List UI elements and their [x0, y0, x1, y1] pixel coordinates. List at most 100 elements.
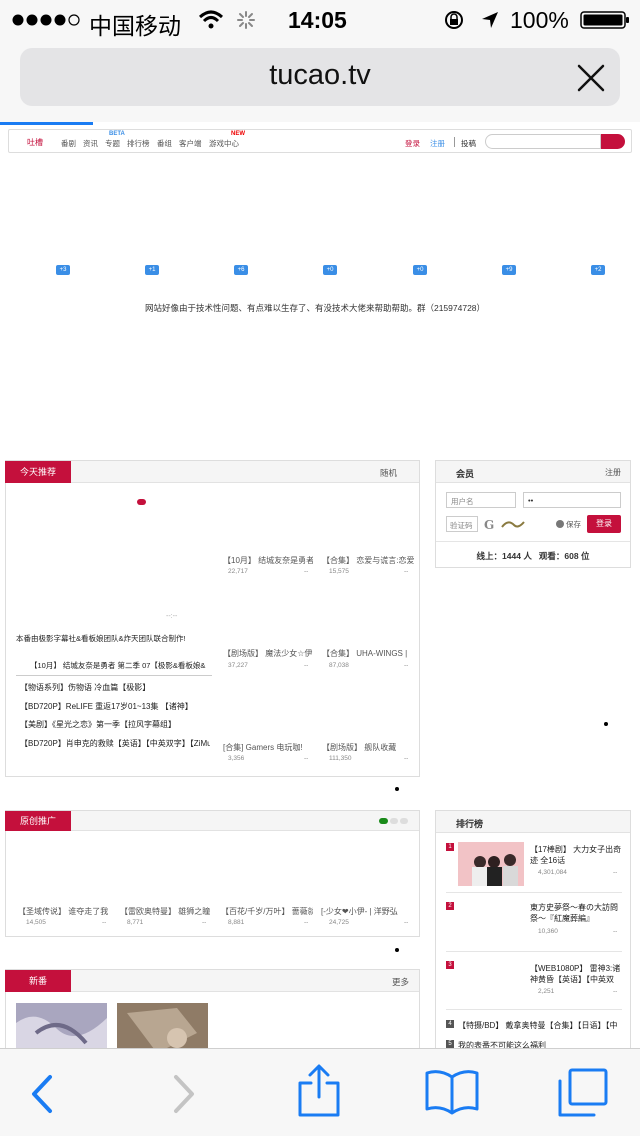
save-label: 保存	[566, 520, 581, 529]
grid-item-title[interactable]: 【10月】 结城友奈是勇者	[223, 555, 313, 566]
list-item[interactable]: 【BD720P】ReLIFE 重返17岁01~13集 【诸神】	[20, 701, 210, 712]
rank-item-title[interactable]: 【17棒剧】 大力女子出奇迹 全16话	[530, 844, 622, 866]
member-register-link[interactable]: 注册	[605, 467, 621, 478]
bookmarks-icon[interactable]	[424, 1067, 480, 1120]
carrier-label: 中国移动	[89, 13, 181, 39]
captcha-image[interactable]: G	[482, 516, 526, 532]
nav-item-fanju[interactable]: 番剧	[61, 138, 76, 149]
today-tab[interactable]: 今天推荐	[5, 461, 71, 483]
rank-item-title[interactable]: 【特摄/BD】 戴拿奥特曼【合集】【日语】【中	[458, 1020, 628, 1031]
grid-item-title[interactable]: 【剧场版】 舰队收藏	[322, 742, 414, 753]
promo-item-title[interactable]: 【百花/千岁/万叶】 蔷薇就	[221, 906, 313, 917]
signal-icon	[12, 13, 82, 27]
grid-item-extra: --	[404, 755, 409, 762]
nav-item-zixun[interactable]: 资讯	[83, 138, 98, 149]
grid-item-extra: --	[304, 568, 309, 575]
nav-item-ranking[interactable]: 排行榜	[127, 138, 150, 149]
promo-item-title[interactable]: [-少女❤小伊- | 洋野弘	[321, 906, 415, 917]
count-bubble: +0	[413, 265, 427, 275]
rank-item-title[interactable]: 我的表番不可能这么福利	[458, 1040, 628, 1048]
rank-badge-plain: 4	[446, 1020, 454, 1028]
rank-item-views: 10,360	[538, 928, 558, 935]
ranking-panel: 排行榜 1 【17棒剧】 大力女子出奇迹 全16话 4,301,084 -- 2…	[435, 810, 631, 1048]
save-checkbox-icon[interactable]	[556, 520, 564, 528]
feature-title[interactable]: 【10月】 结城友奈是勇者 第二季 07【极影&看板娘&	[30, 660, 210, 671]
nav-item-games[interactable]: 游戏中心	[209, 138, 239, 149]
address-bar[interactable]: tucao.tv	[20, 48, 620, 106]
feature-dots: --:--	[166, 613, 178, 620]
xinfan-more-link[interactable]: 更多	[392, 976, 409, 988]
rank-item-extra: --	[613, 869, 618, 876]
grid-item-title[interactable]: 【剧场版】 魔法少女☆伊	[223, 648, 313, 659]
site-search-button[interactable]	[601, 134, 625, 149]
xinfan-thumbnail[interactable]	[16, 1003, 107, 1048]
original-tab[interactable]: 原创推广	[5, 811, 71, 831]
count-bubble: +0	[323, 265, 337, 275]
carousel-dot[interactable]	[400, 818, 408, 824]
list-item[interactable]: 【物语系列】伤物语 冷血篇【极影】	[20, 682, 210, 693]
nav-item-zhuanti[interactable]: 专题	[105, 138, 120, 149]
grid-item-extra: --	[404, 568, 409, 575]
carousel-dot-active[interactable]	[379, 818, 388, 824]
count-bubble: +2	[591, 265, 605, 275]
stop-loading-icon[interactable]	[576, 63, 606, 98]
random-link[interactable]: 随机	[380, 467, 397, 479]
promo-item-title[interactable]: 【雷欧奥特曼】 雄狮之瞳	[120, 906, 212, 917]
stray-dot	[604, 722, 608, 726]
xinfan-tab[interactable]: 新番	[5, 970, 71, 992]
nav-item-client[interactable]: 客户端	[179, 138, 202, 149]
promo-item-title[interactable]: 【圣域传说】 谁夺走了我	[18, 906, 110, 917]
browser-toolbar	[0, 1048, 640, 1136]
login-button[interactable]: 登录	[587, 515, 621, 533]
back-icon[interactable]	[28, 1073, 58, 1120]
xinfan-thumbnail[interactable]	[117, 1003, 208, 1048]
url-text: tucao.tv	[269, 59, 371, 91]
promo-item-views: 24,725	[329, 919, 349, 926]
battery-icon	[580, 10, 630, 35]
rank-item-extra: --	[613, 988, 618, 995]
rank-divider	[446, 1009, 622, 1010]
grid-item-title[interactable]: 【合集】 UHA-WINGS |	[322, 648, 414, 659]
rank-badge-plain: 5	[446, 1040, 454, 1048]
username-input[interactable]: 用户名	[446, 492, 516, 508]
grid-item-title[interactable]: 【合集】 恋爱与谎言:恋爱	[322, 555, 414, 566]
tabs-icon[interactable]	[556, 1067, 610, 1124]
nav-register[interactable]: 注册	[430, 138, 445, 149]
carousel-dot[interactable]	[390, 818, 398, 824]
site-search-input[interactable]	[485, 134, 601, 149]
stray-dot	[395, 787, 399, 791]
promo-item-extra: --	[102, 919, 107, 926]
location-icon	[480, 10, 500, 35]
list-item[interactable]: 【美剧】《星光之恋》第一季【拉风字幕组】	[20, 719, 210, 730]
slider-loading-icon	[137, 499, 146, 505]
loading-spinner-icon	[236, 10, 256, 35]
rank-item-views: 2,251	[538, 988, 555, 995]
site-nav: 吐槽 番剧 资讯 专题 BETA 排行榜 番组 客户端 游戏中心 NEW 登录 …	[8, 129, 632, 153]
grid-item-views: 37,227	[228, 662, 248, 669]
nav-item-fanzu[interactable]: 番组	[157, 138, 172, 149]
wifi-icon	[198, 10, 224, 35]
grid-item-views: 87,038	[329, 662, 349, 669]
beta-badge: BETA	[109, 131, 125, 137]
rank-badge: 2	[446, 902, 454, 910]
svg-text:G: G	[484, 518, 494, 532]
nav-login[interactable]: 登录	[405, 138, 420, 149]
promo-item-views: 8,881	[228, 919, 245, 926]
site-logo[interactable]: 吐槽	[27, 137, 43, 148]
nav-submit[interactable]: 投稿	[461, 138, 476, 149]
share-icon[interactable]	[296, 1063, 342, 1124]
rank-item-title[interactable]: 【WEB1080P】 雷神3:诸神黄昏【英语】【中英双	[530, 963, 622, 985]
promo-item-extra: --	[404, 919, 409, 926]
grid-item-title[interactable]: [合集] Gamers 电玩咖!	[223, 742, 313, 753]
list-item[interactable]: 【BD720P】肖申克的救赎【英语】【中英双字】【ZiMu	[20, 738, 210, 749]
rank-thumbnail[interactable]	[458, 842, 524, 886]
status-bar: 中国移动 14:05 100%	[0, 0, 640, 40]
promo-item-extra: --	[202, 919, 207, 926]
forward-icon[interactable]	[168, 1073, 198, 1120]
rank-item-title[interactable]: 東方史夢祭～春の大訪問祭～『紅魔葬編』	[530, 902, 622, 924]
grid-item-extra: --	[304, 662, 309, 669]
captcha-input[interactable]: 验证码	[446, 516, 478, 532]
count-bubble: +9	[502, 265, 516, 275]
site-notice: 网站好像由于技术性问题、有点难以生存了、有没技术大佬来帮助帮助。群（215974…	[144, 303, 486, 313]
password-input[interactable]: ••	[523, 492, 621, 508]
